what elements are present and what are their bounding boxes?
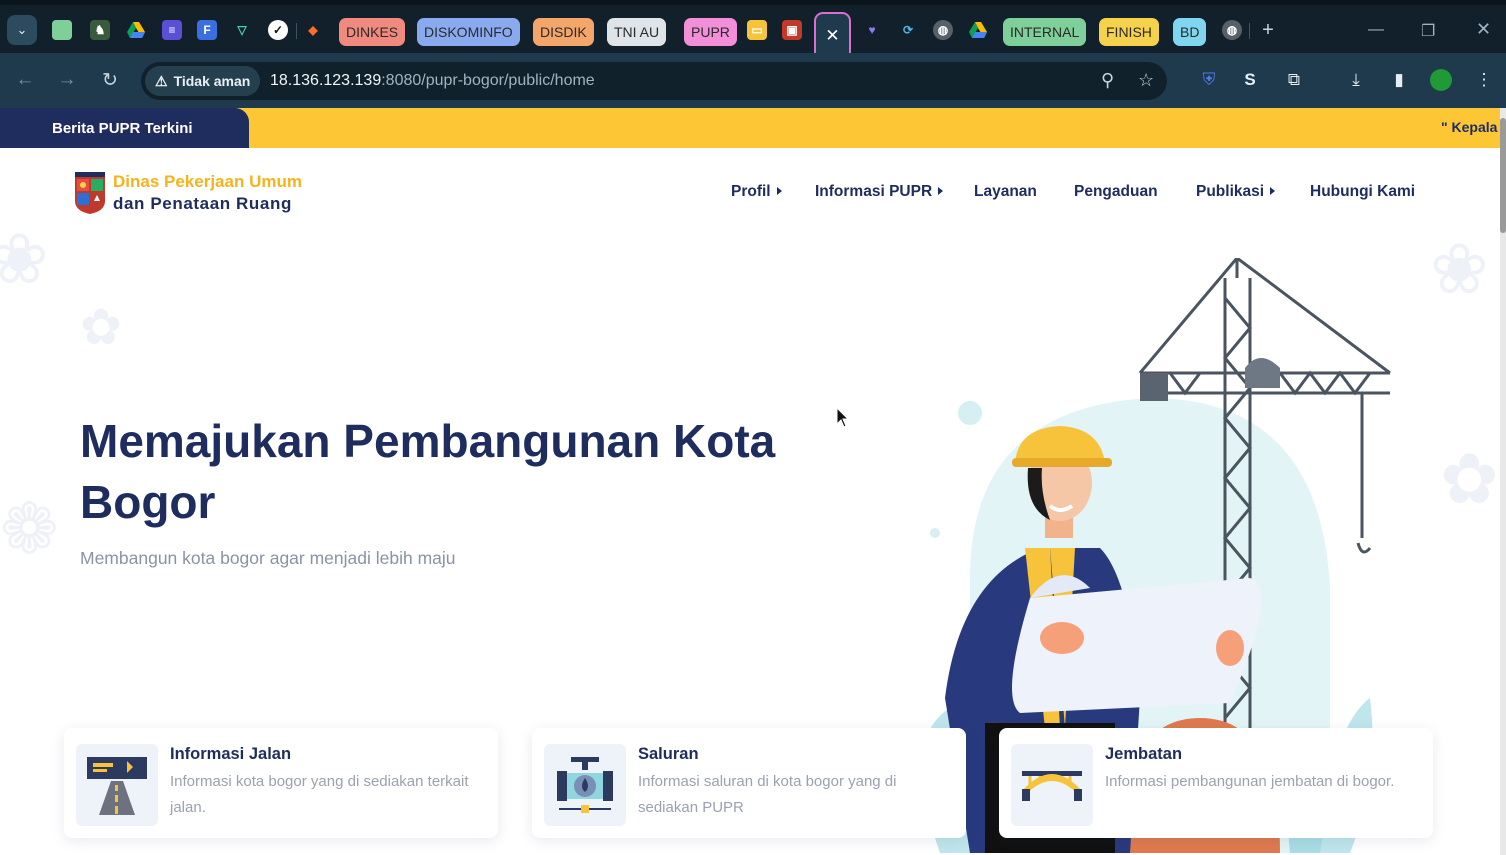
nav-menu-label: Publikasi [1196,183,1265,200]
service-card-saluran[interactable]: Saluran Informasi saluran di kota bogor … [532,728,966,838]
tab-separator-2 [1249,23,1250,39]
kota-bogor-emblem-icon[interactable] [74,171,106,215]
bridge-icon [1011,744,1093,826]
warning-triangle-icon: ⚠ [155,72,168,89]
heart-icon[interactable]: ♥ [862,20,882,40]
side-panel-icon[interactable]: ▮ [1386,67,1412,93]
tab-group-diskominfo[interactable]: DISKOMINFO [417,18,520,46]
bookmark-star-icon[interactable]: ☆ [1138,70,1154,91]
security-label: Tidak aman [173,73,251,89]
forms-icon[interactable]: ≡ [162,20,182,40]
browser-tab-strip: ⌄ ♞ ≡ F ▽ ✓ ◆ DINKES DISKOMINFO DISDIK T… [0,0,1506,58]
check-icon[interactable]: ✓ [268,20,288,40]
nav-menu-publikasi[interactable]: Publikasi [1196,183,1276,201]
tab-group-bd[interactable]: BD [1173,18,1207,46]
globe-icon-2[interactable]: ◍ [1222,20,1242,40]
extension-s-icon[interactable]: S [1237,67,1263,93]
security-indicator[interactable]: ⚠ Tidak aman [145,66,261,96]
tab-group-finish[interactable]: FINISH [1099,18,1159,46]
active-tab-close-button[interactable]: ✕ [814,12,851,58]
extensions-puzzle-icon[interactable]: ⧉ [1281,67,1307,93]
restore-icon[interactable]: ❐ [1421,21,1435,41]
profile-avatar[interactable] [1428,67,1454,93]
nav-menu-hubungi-kami[interactable]: Hubungi Kami [1310,183,1415,201]
forward-arrow-icon[interactable]: → [52,65,82,95]
caret-right-icon [776,187,782,195]
nav-menu-profil[interactable]: Profil [731,183,782,201]
road-icon [76,744,158,826]
nav-menu-label: Hubungi Kami [1310,183,1416,200]
ticker-scrolling-text[interactable]: " Kepala [1441,119,1497,135]
tab-icon-green[interactable] [52,20,72,40]
url-host: 18.136.123.139 [270,72,382,89]
reload-icon[interactable]: ↻ [95,65,125,95]
minimize-icon[interactable]: — [1368,21,1384,39]
docs-icon[interactable]: F [197,20,217,40]
tab-icon-game[interactable]: ♞ [90,20,110,40]
address-bar[interactable]: ⚠ Tidak aman 18.136.123.139:8080/pupr-bo… [141,62,1167,100]
nav-menu-label: Profil [731,183,771,200]
window-close-icon[interactable]: ✕ [1476,19,1491,40]
caret-right-icon [1270,187,1276,195]
logo-title-line2[interactable]: dan Penataan Ruang [113,194,292,214]
card-description: Informasi kota bogor yang di sediakan te… [170,773,469,816]
browser-menu-kebab-icon[interactable]: ⋮ [1471,67,1497,93]
hero-title: Memajukan Pembangunan Kota Bogor [80,415,776,528]
service-card-jembatan[interactable]: Jembatan Informasi pembangunan jembatan … [999,728,1433,838]
bg-doodle-icon: ❁ [0,490,59,568]
nav-menu-pengaduan[interactable]: Pengaduan [1074,183,1158,201]
url-text[interactable]: 18.136.123.139:8080/pupr-bogor/public/ho… [270,72,595,90]
back-arrow-icon[interactable]: ← [10,65,40,95]
web-page: ❀ ✿ ❁ ❀ ✿ Berita PUPR Terkini " Kepala D… [0,108,1500,855]
ticker-label: Berita PUPR Terkini [0,108,249,148]
tab-separator [296,23,297,39]
bg-doodle-icon: ✿ [80,299,122,355]
nav-menu-informasi-pupr[interactable]: Informasi PUPR [815,183,944,201]
new-tab-plus-icon[interactable]: + [1258,19,1278,41]
emblem-tab-icon[interactable]: ▣ [782,20,802,40]
download-icon[interactable]: ⤓ [1343,67,1369,93]
tab-group-disdik[interactable]: DISDIK [533,18,594,46]
google-drive-icon[interactable] [126,20,146,40]
tab-group-dinkes[interactable]: DINKES [339,18,406,46]
bg-doodle-icon: ❀ [1430,230,1489,308]
extension-shield-icon[interactable]: ⛨ [1196,67,1222,93]
mouse-cursor-icon [836,407,850,428]
card-title: Informasi Jalan [170,745,292,763]
bg-doodle-icon: ✿ [1440,440,1499,518]
nav-menu-label: Pengaduan [1074,183,1158,200]
tab-search-button[interactable]: ⌄ [7,15,37,45]
browser-toolbar: ← → ↻ ⚠ Tidak aman 18.136.123.139:8080/p… [0,53,1506,108]
site-navbar: Dinas Pekerjaan Umum dan Penataan Ruang … [0,148,1500,233]
logo-title-line1[interactable]: Dinas Pekerjaan Umum [113,172,302,192]
vue-icon[interactable]: ▽ [232,20,252,40]
page-scrollbar[interactable] [1500,108,1506,855]
slides-icon[interactable]: ▭ [747,20,767,40]
sync-icon[interactable]: ⟳ [898,20,918,40]
card-description: Informasi saluran di kota bogor yang di … [638,773,897,816]
nav-menu-label: Informasi PUPR [815,183,933,200]
gitlab-icon[interactable]: ◆ [303,20,323,40]
scrollbar-thumb[interactable] [1500,118,1506,233]
google-drive-icon-2[interactable] [968,20,988,40]
pipe-icon [544,744,626,826]
card-title: Jembatan [1105,745,1183,763]
card-title: Saluran [638,745,699,763]
service-card-informasi-jalan[interactable]: Informasi Jalan Informasi kota bogor yan… [64,728,498,838]
globe-icon[interactable]: ◍ [933,20,953,40]
zoom-magnifier-icon[interactable]: ⚲ [1101,70,1114,91]
hero-subtitle: Membangun kota bogor agar menjadi lebih … [80,548,456,568]
caret-right-icon [938,187,944,195]
tab-group-internal[interactable]: INTERNAL [1003,18,1087,46]
nav-menu-label: Layanan [974,183,1037,200]
nav-menu-layanan[interactable]: Layanan [974,183,1037,201]
tab-group-pupr[interactable]: PUPR [684,18,737,46]
card-description: Informasi pembangunan jembatan di bogor. [1105,773,1395,790]
url-path: :8080/pupr-bogor/public/home [381,72,595,89]
news-ticker: Berita PUPR Terkini " Kepala [0,108,1500,148]
tab-group-tni-au[interactable]: TNI AU [607,18,667,46]
